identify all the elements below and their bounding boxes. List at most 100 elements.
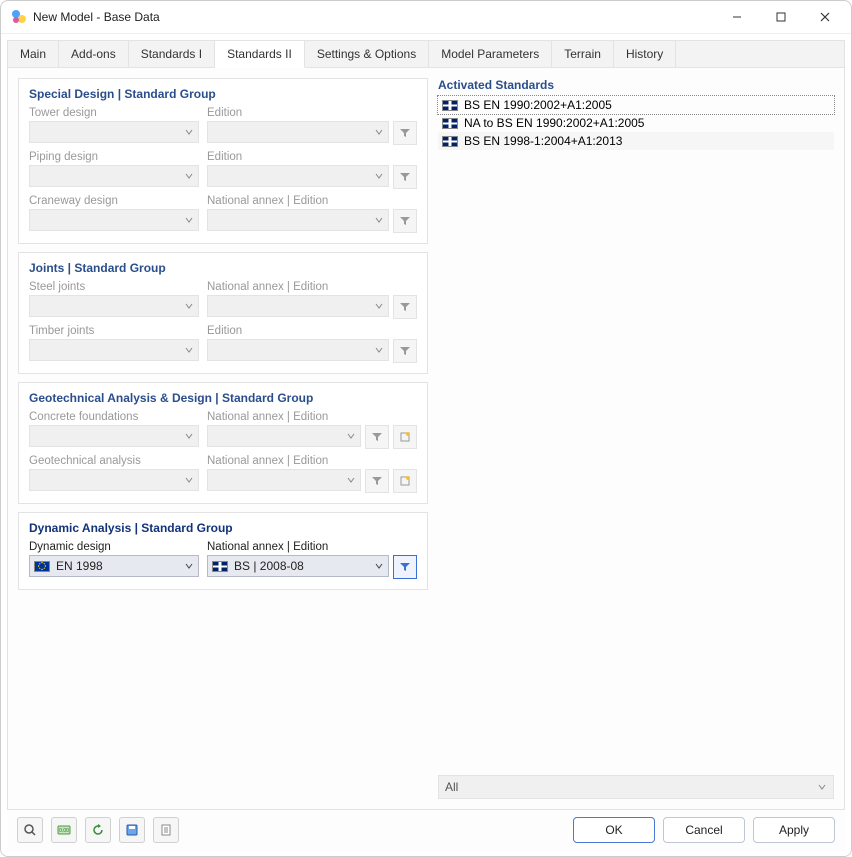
tab-terrain[interactable]: Terrain [552,41,614,67]
cancel-button[interactable]: Cancel [663,817,745,843]
titlebar: New Model - Base Data [1,1,851,34]
label-piping: Piping design [29,151,199,163]
select-dynamic-annex[interactable]: BS | 2008-08 [207,555,389,577]
filter-button-craneway[interactable] [393,209,417,233]
tab-bar: Main Add-ons Standards I Standards II Se… [8,41,844,68]
tab-model-params[interactable]: Model Parameters [429,41,552,67]
select-piping[interactable] [29,165,199,187]
reset-button[interactable] [85,817,111,843]
ok-button[interactable]: OK [573,817,655,843]
select-craneway[interactable] [29,209,199,231]
body-columns: Special Design | Standard Group Tower de… [8,68,844,809]
flag-gb-icon [442,136,458,147]
standards-filter-select[interactable]: All [438,775,834,799]
select-timber-joints[interactable] [29,339,199,361]
tab-settings[interactable]: Settings & Options [305,41,429,67]
new-standard-button-concrete[interactable] [393,425,417,449]
panel-title-special: Special Design | Standard Group [29,87,417,101]
standards-filter-value: All [445,780,458,794]
flag-eu-icon [34,561,50,572]
chevron-down-icon [374,215,384,225]
label-steel-joints: Steel joints [29,281,199,293]
panel-title-dynamic: Dynamic Analysis | Standard Group [29,521,417,535]
save-defaults-button[interactable] [119,817,145,843]
units-button[interactable]: 0.00 [51,817,77,843]
window-maximize-button[interactable] [759,3,803,31]
label-concrete: Concrete foundations [29,411,199,423]
filter-button-piping[interactable] [393,165,417,189]
filter-button-timber[interactable] [393,339,417,363]
standards-row[interactable]: NA to BS EN 1990:2002+A1:2005 [438,114,834,132]
label-timber-joints: Timber joints [29,325,199,337]
label-concrete-annex: National annex | Edition [207,411,417,423]
select-geo-annex[interactable] [207,469,361,491]
content-area: Main Add-ons Standards I Standards II Se… [1,34,851,856]
filter-button-geo[interactable] [365,469,389,493]
window-title: New Model - Base Data [33,10,715,24]
tab-main[interactable]: Main [8,41,59,67]
standards-row-label: BS EN 1990:2002+A1:2005 [464,98,612,112]
chevron-down-icon [184,215,194,225]
activated-standards-title: Activated Standards [438,78,834,92]
footer-bar: 0.00 OK Cancel Apply [7,810,845,850]
label-piping-edition: Edition [207,151,417,163]
svg-text:0.00: 0.00 [59,828,69,834]
chevron-down-icon [184,127,194,137]
left-column: Special Design | Standard Group Tower de… [18,78,428,799]
standards-row[interactable]: BS EN 1990:2002+A1:2005 [438,96,834,114]
select-piping-edition[interactable] [207,165,389,187]
select-craneway-annex[interactable] [207,209,389,231]
panel-geo: Geotechnical Analysis & Design | Standar… [18,382,428,504]
filter-button-concrete[interactable] [365,425,389,449]
label-dynamic-annex: National annex | Edition [207,541,417,553]
select-steel-joints[interactable] [29,295,199,317]
chevron-down-icon [184,171,194,181]
window-minimize-button[interactable] [715,3,759,31]
panel-title-geo: Geotechnical Analysis & Design | Standar… [29,391,417,405]
label-geo-analysis: Geotechnical analysis [29,455,199,467]
tab-standards2[interactable]: Standards II [215,41,305,68]
right-column: Activated Standards BS EN 1990:2002+A1:2… [438,78,834,799]
standards-row-label: NA to BS EN 1990:2002+A1:2005 [464,116,644,130]
select-concrete[interactable] [29,425,199,447]
help-button[interactable] [17,817,43,843]
inner-frame: Main Add-ons Standards I Standards II Se… [7,40,845,810]
tab-history[interactable]: History [614,41,676,67]
standards-row[interactable]: BS EN 1998-1:2004+A1:2013 [438,132,834,150]
chevron-down-icon [184,301,194,311]
select-tower[interactable] [29,121,199,143]
report-button[interactable] [153,817,179,843]
label-dynamic-design: Dynamic design [29,541,199,553]
select-steel-annex[interactable] [207,295,389,317]
chevron-down-icon [374,127,384,137]
activated-standards-list: BS EN 1990:2002+A1:2005 NA to BS EN 1990… [438,96,834,150]
chevron-down-icon [374,301,384,311]
standards-row-label: BS EN 1998-1:2004+A1:2013 [464,134,622,148]
apply-button[interactable]: Apply [753,817,835,843]
panel-dynamic: Dynamic Analysis | Standard Group Dynami… [18,512,428,590]
chevron-down-icon [374,345,384,355]
label-tower: Tower design [29,107,199,119]
select-timber-edition[interactable] [207,339,389,361]
tab-standards1[interactable]: Standards I [129,41,215,67]
label-steel-annex: National annex | Edition [207,281,417,293]
dialog-window: New Model - Base Data Main Add-ons Stand… [0,0,852,857]
panel-special-design: Special Design | Standard Group Tower de… [18,78,428,244]
select-concrete-annex[interactable] [207,425,361,447]
select-dynamic-design[interactable]: EN 1998 [29,555,199,577]
select-tower-edition[interactable] [207,121,389,143]
label-timber-edition: Edition [207,325,417,337]
new-standard-button-geo[interactable] [393,469,417,493]
panel-title-joints: Joints | Standard Group [29,261,417,275]
window-close-button[interactable] [803,3,847,31]
chevron-down-icon [184,475,194,485]
filter-button-steel[interactable] [393,295,417,319]
chevron-down-icon [346,431,356,441]
select-geo-analysis[interactable] [29,469,199,491]
filter-button-tower[interactable] [393,121,417,145]
chevron-down-icon [346,475,356,485]
tab-add-ons[interactable]: Add-ons [59,41,129,67]
chevron-down-icon [184,561,194,571]
label-craneway-annex: National annex | Edition [207,195,417,207]
filter-button-dynamic[interactable] [393,555,417,579]
